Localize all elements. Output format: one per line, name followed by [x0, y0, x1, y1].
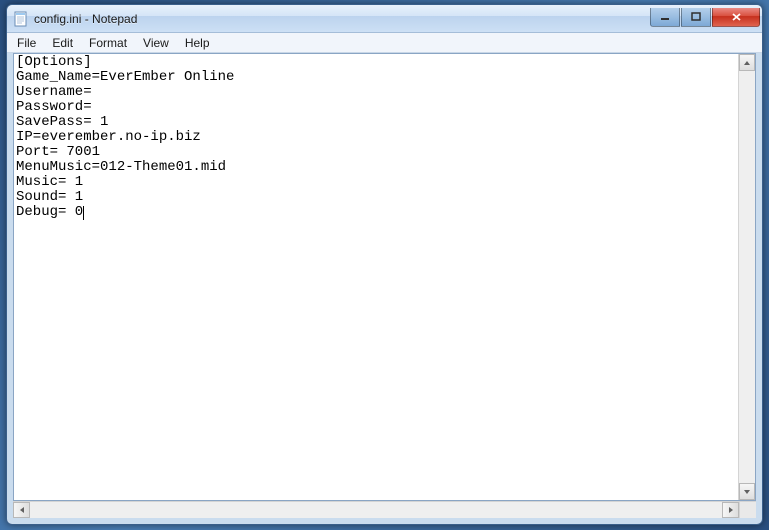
- scroll-left-button[interactable]: [13, 502, 30, 518]
- minimize-button[interactable]: [650, 8, 680, 27]
- menu-format[interactable]: Format: [81, 34, 135, 52]
- app-icon: [13, 11, 29, 27]
- titlebar[interactable]: config.ini - Notepad: [7, 5, 762, 33]
- text-caret: [83, 206, 84, 220]
- scroll-up-button[interactable]: [739, 54, 755, 71]
- text-content: [Options] Game_Name=EverEmber Online Use…: [16, 54, 234, 220]
- vertical-scrollbar[interactable]: [738, 54, 755, 500]
- menu-help[interactable]: Help: [177, 34, 218, 52]
- horizontal-scrollbar[interactable]: [13, 501, 739, 518]
- maximize-button[interactable]: [681, 8, 711, 27]
- scroll-right-button[interactable]: [722, 502, 739, 518]
- window-title: config.ini - Notepad: [34, 12, 650, 26]
- client-area: [Options] Game_Name=EverEmber Online Use…: [13, 53, 756, 501]
- menu-edit[interactable]: Edit: [44, 34, 81, 52]
- scrollbar-corner: [739, 501, 756, 518]
- scroll-down-button[interactable]: [739, 483, 755, 500]
- horizontal-scroll-track[interactable]: [30, 502, 722, 518]
- close-button[interactable]: [712, 8, 760, 27]
- text-editor[interactable]: [Options] Game_Name=EverEmber Online Use…: [14, 54, 738, 500]
- menu-file[interactable]: File: [9, 34, 44, 52]
- bottom-scrollbar-row: [13, 501, 756, 518]
- window-controls: [650, 8, 760, 27]
- vertical-scroll-track[interactable]: [739, 71, 755, 483]
- notepad-window: config.ini - Notepad File Edit Format Vi…: [6, 4, 763, 525]
- menu-view[interactable]: View: [135, 34, 177, 52]
- menubar: File Edit Format View Help: [7, 33, 762, 53]
